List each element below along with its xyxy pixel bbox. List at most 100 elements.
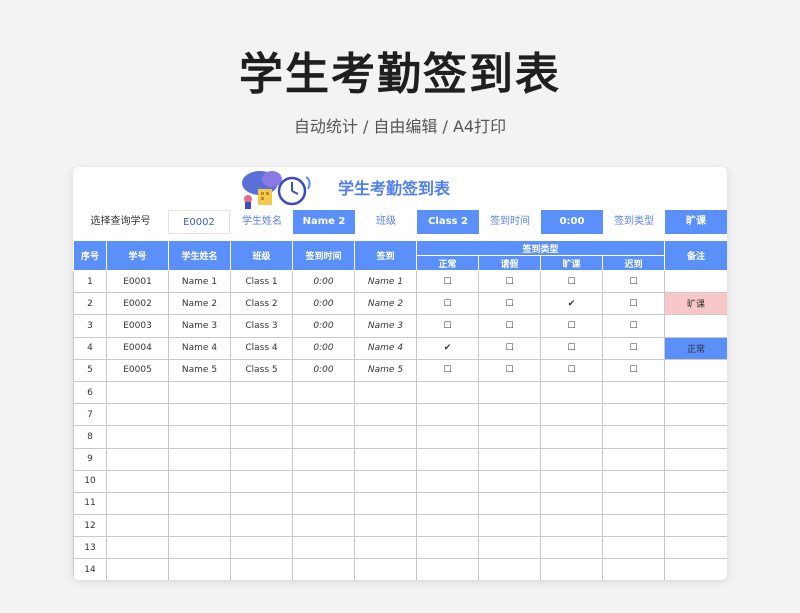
cell-absent (540, 403, 603, 427)
cell-sign: Name 5 (354, 358, 417, 382)
header-sign: 签到 (354, 240, 417, 271)
cell-late[interactable]: ☐ (601, 336, 666, 360)
cell-name (168, 491, 231, 516)
cell-normal[interactable]: ☐ (416, 358, 479, 382)
cell-late[interactable]: ☐ (601, 358, 666, 382)
attendance-sheet: 学生考勤签到表 选择查询学号 E0002 学生姓名 Name 2 班级 Clas… (73, 167, 727, 580)
cell-note: 旷课 (664, 292, 727, 316)
cell-seq: 5 (73, 358, 107, 382)
cell-sign (354, 558, 417, 580)
cell-name: Name 3 (168, 314, 231, 338)
table-row: 13 (73, 536, 727, 560)
select-id-label: 选择查询学号 (90, 216, 151, 227)
cell-id (106, 491, 169, 516)
cell-late (601, 380, 666, 405)
cell-leave[interactable]: ☐ (478, 292, 541, 316)
cell-absent[interactable]: ☐ (540, 336, 603, 360)
cell-absent[interactable]: ✔ (540, 292, 603, 316)
cell-absent (540, 425, 603, 449)
cell-absent (540, 380, 603, 405)
table-row: 4 E0004 Name 4 Class 4 0:00 Name 4 ✔ ☐ ☐ ☐ 正常 (73, 336, 727, 360)
cell-id (106, 447, 169, 471)
page-title: 学生考勤签到表 (239, 49, 561, 100)
cell-time: 0:00 (292, 358, 355, 382)
cell-late (601, 514, 666, 538)
cell-late[interactable]: ☐ (601, 269, 666, 294)
cell-time (292, 558, 355, 580)
cell-id: E0001 (106, 269, 169, 294)
table-row: 9 (73, 447, 727, 471)
class-value: Class 2 (417, 210, 479, 234)
header-class: 班级 (230, 240, 293, 271)
cell-id: E0004 (106, 336, 169, 360)
cell-normal[interactable]: ✔ (416, 336, 479, 360)
table-row: 7 (73, 403, 727, 427)
cell-absent (540, 514, 603, 538)
cell-seq: 11 (73, 491, 107, 516)
cell-leave[interactable]: ☐ (478, 336, 541, 360)
cell-class (230, 425, 293, 449)
cell-absent (540, 558, 603, 580)
cell-id (106, 425, 169, 449)
cell-time (292, 380, 355, 405)
cell-leave[interactable]: ☐ (478, 314, 541, 338)
cell-absent[interactable]: ☐ (540, 269, 603, 294)
header-name: 学生姓名 (168, 240, 231, 271)
cell-late (601, 469, 666, 493)
cell-normal[interactable]: ☐ (416, 269, 479, 294)
cell-seq: 8 (73, 425, 107, 449)
checkin-type-value: 旷课 (665, 210, 727, 234)
cell-id (106, 514, 169, 538)
cell-id (106, 558, 169, 580)
query-row: 选择查询学号 E0002 学生姓名 Name 2 班级 Class 2 签到时间… (73, 210, 727, 234)
cell-absent[interactable]: ☐ (540, 358, 603, 382)
cell-seq: 13 (73, 536, 107, 560)
cell-late[interactable]: ☐ (601, 292, 666, 316)
cell-leave (478, 514, 541, 538)
cell-late (601, 403, 666, 427)
cell-time (292, 425, 355, 449)
cell-leave (478, 491, 541, 516)
cell-time: 0:00 (292, 292, 355, 316)
cell-late (601, 558, 666, 580)
cell-normal (416, 469, 479, 493)
header-leave: 请假 (478, 255, 541, 271)
cell-seq: 12 (73, 514, 107, 538)
header-note: 备注 (664, 240, 727, 271)
cell-class: Class 3 (230, 314, 293, 338)
cell-sign (354, 536, 417, 560)
cell-note (664, 403, 727, 427)
cell-leave (478, 558, 541, 580)
cell-name (168, 536, 231, 560)
cell-normal[interactable]: ☐ (416, 292, 479, 316)
cell-seq: 2 (73, 292, 107, 316)
cell-time: 0:00 (292, 269, 355, 294)
cell-normal (416, 380, 479, 405)
student-name-value: Name 2 (293, 210, 355, 234)
cell-note (664, 469, 727, 493)
cell-absent[interactable]: ☐ (540, 314, 603, 338)
header-late: 迟到 (601, 255, 666, 271)
cell-class (230, 558, 293, 580)
select-id-input[interactable]: E0002 (168, 210, 230, 234)
cell-leave (478, 380, 541, 405)
cell-note: 正常 (664, 336, 727, 360)
student-name-label: 学生姓名 (242, 216, 282, 227)
table-row: 5 E0005 Name 5 Class 5 0:00 Name 5 ☐ ☐ ☐ ☐ (73, 358, 727, 382)
cell-late[interactable]: ☐ (601, 314, 666, 338)
cell-leave[interactable]: ☐ (478, 269, 541, 294)
cell-note (664, 358, 727, 382)
cell-note (664, 514, 727, 538)
cell-normal[interactable]: ☐ (416, 314, 479, 338)
cell-late (601, 491, 666, 516)
table-row: 1 E0001 Name 1 Class 1 0:00 Name 1 ☐ ☐ ☐ ☐ (73, 269, 727, 294)
header-id: 学号 (106, 240, 169, 271)
classroom-illustration (242, 171, 311, 209)
cell-seq: 3 (73, 314, 107, 338)
table-row: 3 E0003 Name 3 Class 3 0:00 Name 3 ☐ ☐ ☐ ☐ (73, 314, 727, 338)
table-row: 14 (73, 558, 727, 580)
cell-name (168, 380, 231, 405)
cell-absent (540, 447, 603, 471)
cell-seq: 9 (73, 447, 107, 471)
cell-leave[interactable]: ☐ (478, 358, 541, 382)
